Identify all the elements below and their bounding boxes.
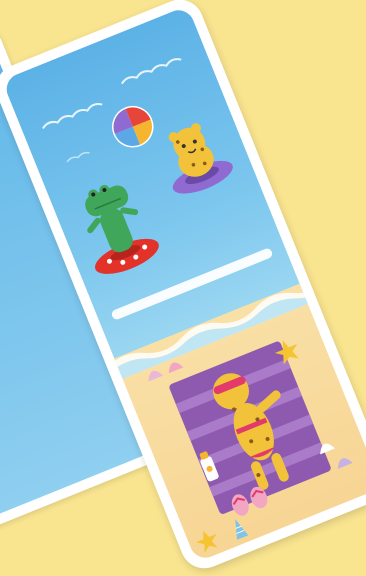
illustration <box>0 0 366 576</box>
